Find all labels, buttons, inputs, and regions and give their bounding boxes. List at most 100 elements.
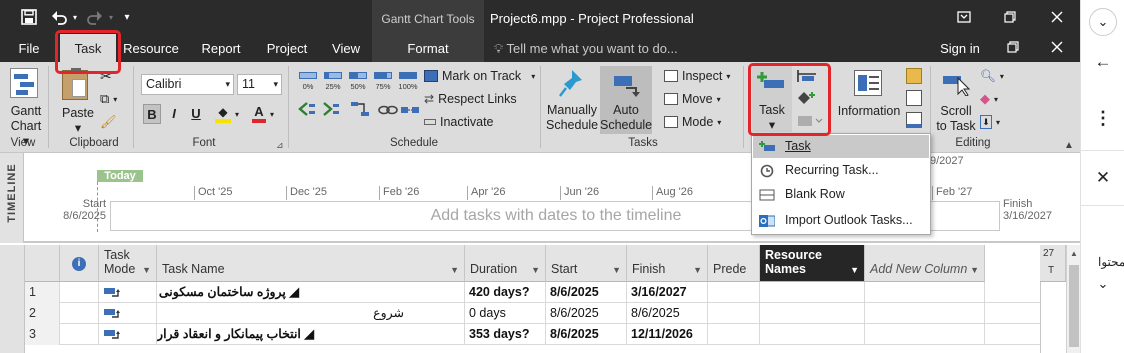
ribbon-display-options-icon[interactable] <box>941 0 987 34</box>
scrollbar-thumb[interactable] <box>1069 265 1079 347</box>
finish-cell[interactable]: 8/6/2025 <box>627 303 708 324</box>
share-restore-icon[interactable] <box>1000 34 1026 62</box>
notes-icon[interactable] <box>906 68 922 84</box>
split-task-icon[interactable] <box>400 102 420 118</box>
name-cell[interactable]: ◢ پروژه ساختمان مسکونی <box>157 282 465 303</box>
underline-button[interactable]: U <box>187 104 205 124</box>
duration-cell[interactable]: 420 days? <box>465 282 546 303</box>
column-header-finish[interactable]: Finish ▼ <box>627 245 708 282</box>
empty-cell[interactable] <box>60 324 99 345</box>
find-icon[interactable]: 🔍︎ ▾ <box>980 66 1004 86</box>
column-header-add-new[interactable]: Add New Column ▼ <box>865 245 985 282</box>
more-menu-icon[interactable]: ⌄ <box>1081 8 1124 36</box>
menu-item-import-outlook-tasks[interactable]: Import Outlook Tasks... <box>753 209 929 232</box>
scroll-to-task-button[interactable]: Scroll to Task <box>936 66 976 133</box>
empty-cell[interactable] <box>760 282 865 303</box>
add-to-timeline-icon[interactable] <box>906 112 922 128</box>
clear-icon[interactable]: ◆ ▾ <box>980 89 998 109</box>
start-cell[interactable]: 8/6/2025 <box>546 324 627 345</box>
name-cell[interactable]: شروع <box>157 303 465 324</box>
duration-cell[interactable]: 0 days <box>465 303 546 324</box>
tab-project[interactable]: Project <box>260 34 314 62</box>
tell-me-box[interactable]: 💡︎ Tell me what you want to do... <box>494 34 678 62</box>
details-icon[interactable] <box>906 90 922 106</box>
percent-complete-button[interactable]: 25% <box>322 70 344 94</box>
column-header-duration[interactable]: Duration ▼ <box>465 245 546 282</box>
select-all-header[interactable] <box>25 245 60 282</box>
indicators-header[interactable]: i <box>60 245 99 282</box>
scroll-up-icon[interactable]: ▲ <box>1070 249 1078 258</box>
tab-view[interactable]: View <box>326 34 366 62</box>
empty-cell[interactable] <box>865 282 985 303</box>
start-cell[interactable]: 8/6/2025 <box>546 282 627 303</box>
close-document-icon[interactable] <box>1044 34 1070 62</box>
menu-item-recurring-task[interactable]: Recurring Task... <box>753 159 929 182</box>
font-name-select[interactable]: Calibri ▾ <box>141 74 234 95</box>
percent-complete-button[interactable]: 100% <box>397 70 419 94</box>
close-icon[interactable] <box>1034 0 1080 34</box>
empty-cell[interactable] <box>60 282 99 303</box>
empty-cell[interactable] <box>60 303 99 324</box>
percent-complete-button[interactable]: 75% <box>372 70 394 94</box>
row-number-cell[interactable]: 1 <box>25 282 60 303</box>
empty-cell[interactable] <box>708 282 760 303</box>
indent-icon[interactable] <box>322 100 340 118</box>
empty-cell[interactable] <box>865 303 985 324</box>
empty-cell[interactable] <box>760 324 865 345</box>
link-tasks-icon[interactable] <box>350 100 370 118</box>
gantt-chart-area[interactable] <box>1040 282 1066 353</box>
tab-format[interactable]: Format <box>372 34 484 62</box>
menu-item-task[interactable]: Task <box>753 135 929 158</box>
save-icon[interactable] <box>18 6 40 28</box>
empty-cell[interactable] <box>708 303 760 324</box>
sign-in-link[interactable]: Sign in <box>934 34 986 62</box>
restore-icon[interactable] <box>987 0 1033 34</box>
inactivate-button[interactable]: Inactivate <box>424 112 494 132</box>
font-color-icon[interactable]: A ▾ <box>252 104 274 124</box>
auto-schedule-button[interactable]: Auto Schedule <box>600 66 652 134</box>
tab-file[interactable]: File <box>8 34 50 62</box>
tab-resource[interactable]: Resource <box>120 34 182 62</box>
column-header-task-name[interactable]: Task Name ▼ <box>157 245 465 282</box>
format-painter-icon[interactable]: 🖌︎ <box>100 112 117 132</box>
finish-cell[interactable]: 12/11/2026 <box>627 324 708 345</box>
percent-complete-button[interactable]: 50% <box>347 70 369 94</box>
respect-links-button[interactable]: ⇄ Respect Links <box>424 89 517 109</box>
table-row[interactable]: 2 شروع 0 days 8/6/2025 8/6/2025 <box>25 303 1040 324</box>
column-header-resource-names[interactable]: Resource Names ▼ <box>760 245 865 282</box>
unlink-tasks-icon[interactable] <box>378 102 398 118</box>
undo-icon[interactable] <box>48 6 70 28</box>
collapse-ribbon-icon[interactable]: ▲ <box>1064 140 1074 151</box>
outdent-icon[interactable] <box>298 100 316 118</box>
column-header-start[interactable]: Start ▼ <box>546 245 627 282</box>
font-dialog-launcher-icon[interactable]: ⊿ <box>276 140 284 151</box>
percent-complete-button[interactable]: 0% <box>297 70 319 94</box>
italic-button[interactable]: I <box>165 104 183 124</box>
mode-button[interactable]: Mode ▾ <box>664 112 721 132</box>
task-mode-cell[interactable] <box>99 303 157 324</box>
row-number-cell[interactable]: 3 <box>25 324 60 345</box>
row-number-cell[interactable]: 2 <box>25 303 60 324</box>
font-size-select[interactable]: 11 ▾ <box>237 74 282 95</box>
highlight-color-icon[interactable]: ◆ ▾ <box>215 104 239 124</box>
gantt-chart-button[interactable]: Gantt Chart ▾ <box>4 66 44 148</box>
task-mode-cell[interactable] <box>99 324 157 345</box>
fill-icon[interactable]: ⬇ ▾ <box>980 112 1000 132</box>
name-cell[interactable]: ◢ انتخاب پیمانکار و انعقاد قرارداد <box>157 324 465 345</box>
column-header-predecessors[interactable]: Prede <box>708 245 760 282</box>
inspect-button[interactable]: Inspect ▾ <box>664 66 730 86</box>
empty-cell[interactable] <box>708 324 760 345</box>
undo-dropdown-icon[interactable]: ▾ <box>70 6 80 28</box>
table-row[interactable]: 3 ◢ انتخاب پیمانکار و انعقاد قرارداد 353 d… <box>25 324 1040 345</box>
finish-cell[interactable]: 3/16/2027 <box>627 282 708 303</box>
paste-button[interactable]: Paste ▾ <box>56 66 98 135</box>
bold-button[interactable]: B <box>143 104 161 124</box>
expand-icon[interactable]: ⌄ <box>1081 276 1124 292</box>
column-header-task-mode[interactable]: Task Mode ▼ <box>99 245 157 282</box>
information-button[interactable]: Information <box>834 66 904 132</box>
customize-qat-icon[interactable]: ▾ <box>120 6 134 28</box>
table-row[interactable]: 1 ◢ پروژه ساختمان مسکونی 420 days? 8/6/2025… <box>25 282 1040 303</box>
vertical-scrollbar[interactable]: ▲ <box>1066 245 1080 353</box>
task-mode-cell[interactable] <box>99 282 157 303</box>
back-arrow-icon[interactable]: ← <box>1081 52 1124 72</box>
